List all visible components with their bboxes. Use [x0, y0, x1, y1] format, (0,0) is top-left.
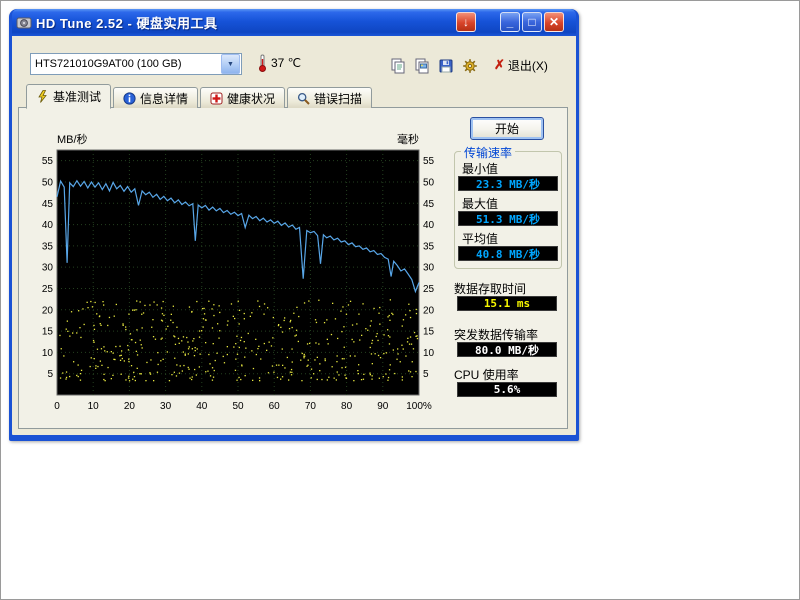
- chevron-down-icon[interactable]: ▼: [221, 54, 240, 74]
- svg-text:10: 10: [88, 401, 100, 412]
- magnifier-icon: [297, 92, 310, 105]
- svg-text:45: 45: [42, 199, 54, 210]
- svg-text:35: 35: [423, 241, 435, 252]
- maximum-label: 最大值: [462, 195, 498, 212]
- benchmark-chart: MB/秒毫秒5555505045454040353530302525202015…: [27, 132, 453, 417]
- benchmark-tab-page: MB/秒毫秒5555505045454040353530302525202015…: [18, 107, 568, 429]
- drive-select-dropdown[interactable]: HTS721010G9AT00 (100 GB) ▼: [30, 53, 242, 75]
- access-time-value: 15.1 ms: [457, 296, 557, 311]
- svg-text:40: 40: [196, 401, 208, 412]
- copy-text-button[interactable]: [386, 54, 410, 78]
- copy-image-icon: [414, 58, 430, 74]
- copy-text-icon: [390, 58, 406, 74]
- svg-text:20: 20: [124, 401, 136, 412]
- svg-text:50: 50: [423, 178, 435, 189]
- benchmark-chart-svg: MB/秒毫秒5555505045454040353530302525202015…: [27, 132, 453, 417]
- health-icon: [210, 92, 223, 105]
- svg-text:15: 15: [42, 327, 54, 338]
- svg-text:10: 10: [42, 348, 54, 359]
- minimum-value: 23.3 MB/秒: [458, 176, 558, 191]
- svg-text:30: 30: [42, 263, 54, 274]
- svg-text:50: 50: [42, 178, 54, 189]
- cpu-usage-label: CPU 使用率: [454, 366, 519, 383]
- info-icon: [123, 92, 136, 105]
- exit-button[interactable]: ✗ 退出(X): [490, 54, 552, 76]
- burst-rate-value: 80.0 MB/秒: [457, 342, 557, 357]
- minimize-button[interactable]: _: [500, 12, 520, 32]
- save-screenshot-button[interactable]: [434, 54, 458, 78]
- svg-text:60: 60: [269, 401, 281, 412]
- tab-info[interactable]: 信息详情: [113, 87, 198, 108]
- options-button[interactable]: [458, 54, 482, 78]
- access-time-label: 数据存取时间: [454, 280, 526, 297]
- svg-text:30: 30: [423, 263, 435, 274]
- tab-error-scan[interactable]: 错误扫描: [287, 87, 372, 108]
- hdtune-window: HD Tune 2.52 - 硬盘实用工具 ↓ _ □ ✕ HTS721010G…: [9, 9, 579, 441]
- svg-text:0: 0: [54, 401, 60, 412]
- maximize-button[interactable]: □: [522, 12, 542, 32]
- tab-health-label: 健康状况: [227, 90, 275, 107]
- svg-text:50: 50: [232, 401, 244, 412]
- options-gear-icon: [462, 58, 478, 74]
- svg-text:55: 55: [423, 156, 435, 167]
- transfer-rate-group-title: 传输速率: [461, 144, 515, 161]
- svg-text:40: 40: [423, 220, 435, 231]
- desktop: HD Tune 2.52 - 硬盘实用工具 ↓ _ □ ✕ HTS721010G…: [0, 0, 800, 600]
- svg-text:25: 25: [423, 284, 435, 295]
- app-icon: [16, 15, 32, 31]
- title-bar[interactable]: HD Tune 2.52 - 硬盘实用工具 ↓ _ □ ✕: [12, 9, 576, 36]
- svg-text:20: 20: [423, 305, 435, 316]
- client-area: HTS721010G9AT00 (100 GB) ▼ 37 ℃: [12, 36, 576, 435]
- average-value: 40.8 MB/秒: [458, 246, 558, 261]
- svg-text:100%: 100%: [406, 401, 432, 412]
- start-button[interactable]: 开始: [470, 117, 544, 140]
- tab-info-label: 信息详情: [140, 90, 188, 107]
- tab-benchmark[interactable]: 基准测试: [26, 84, 111, 109]
- minimum-label: 最小值: [462, 160, 498, 177]
- average-label: 平均值: [462, 230, 498, 247]
- temperature-value: 37 ℃: [271, 56, 301, 70]
- copy-image-button[interactable]: [410, 54, 434, 78]
- svg-text:30: 30: [160, 401, 172, 412]
- update-download-button[interactable]: ↓: [456, 12, 476, 32]
- exit-button-label: 退出(X): [508, 57, 548, 74]
- save-icon: [438, 58, 454, 74]
- maximum-value: 51.3 MB/秒: [458, 211, 558, 226]
- benchmark-icon: [36, 90, 49, 103]
- tab-error-scan-label: 错误扫描: [314, 90, 362, 107]
- drive-select-value: HTS721010G9AT00 (100 GB): [31, 58, 221, 70]
- temperature-indicator: 37 ℃: [258, 54, 301, 72]
- svg-text:MB/秒: MB/秒: [57, 132, 88, 146]
- svg-text:20: 20: [42, 305, 54, 316]
- tab-health[interactable]: 健康状况: [200, 87, 285, 108]
- tab-bar: 基准测试 信息详情 健康状况: [26, 86, 374, 108]
- thermometer-icon: [258, 54, 267, 72]
- close-button[interactable]: ✕: [544, 12, 564, 32]
- svg-text:35: 35: [42, 241, 54, 252]
- svg-text:90: 90: [377, 401, 389, 412]
- exit-cross-icon: ✗: [494, 57, 505, 73]
- tab-benchmark-label: 基准测试: [53, 88, 101, 105]
- svg-text:45: 45: [423, 199, 435, 210]
- transfer-rate-group: 传输速率 最小值 23.3 MB/秒 最大值 51.3 MB/秒 平均值 40.…: [454, 151, 562, 269]
- cpu-usage-value: 5.6%: [457, 382, 557, 397]
- svg-text:25: 25: [42, 284, 54, 295]
- burst-rate-label: 突发数据传输率: [454, 326, 538, 343]
- svg-text:10: 10: [423, 348, 435, 359]
- svg-text:毫秒: 毫秒: [397, 132, 419, 146]
- svg-text:55: 55: [42, 156, 54, 167]
- svg-text:70: 70: [305, 401, 317, 412]
- svg-text:5: 5: [47, 369, 53, 380]
- svg-text:15: 15: [423, 327, 435, 338]
- svg-text:80: 80: [341, 401, 353, 412]
- window-title: HD Tune 2.52 - 硬盘实用工具: [36, 13, 217, 32]
- svg-text:5: 5: [423, 369, 429, 380]
- svg-text:40: 40: [42, 220, 54, 231]
